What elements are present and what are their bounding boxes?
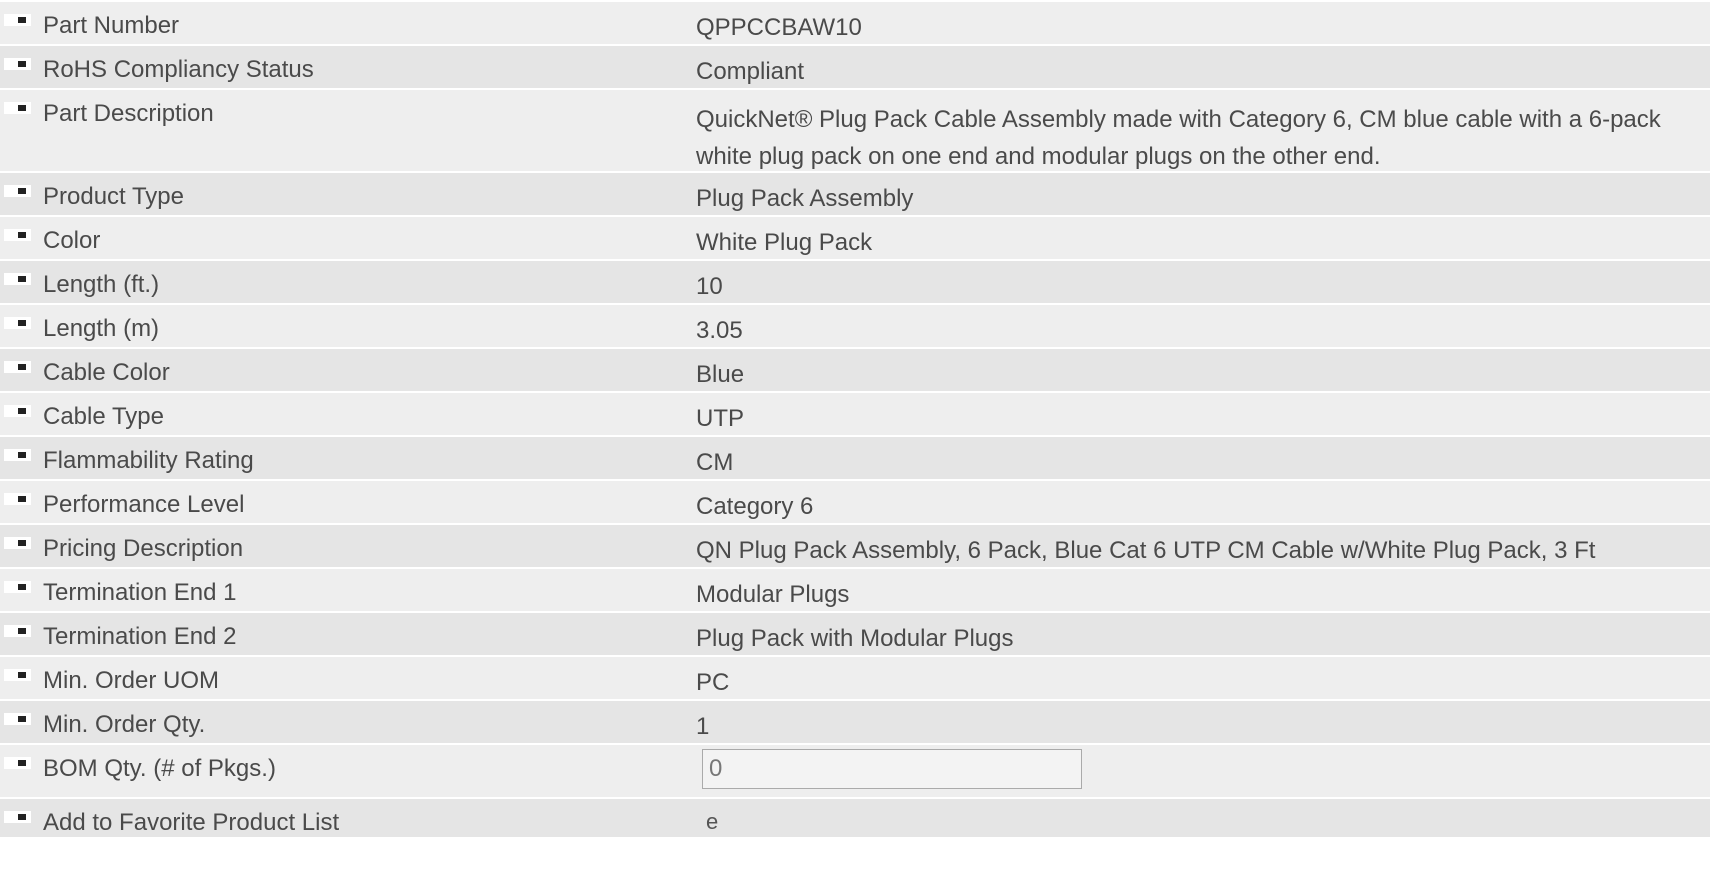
spec-label: Length (m) (43, 315, 160, 342)
square-bullet-icon (4, 537, 31, 549)
square-bullet-icon (4, 317, 31, 329)
spec-row-flammability: Flammability Rating CM (0, 437, 1710, 481)
spec-row-add-favorite: Add to Favorite Product List e (0, 799, 1710, 839)
spec-row-min-order-uom: Min. Order UOM PC (0, 657, 1710, 701)
square-bullet-icon (4, 361, 31, 373)
spec-row-bom-qty: BOM Qty. (# of Pkgs.) (0, 745, 1710, 799)
spec-label: Cable Color (43, 359, 170, 386)
spec-label: Cable Type (43, 403, 164, 430)
spec-value: Plug Pack with Modular Plugs (696, 625, 1014, 652)
spec-label: Flammability Rating (43, 447, 254, 474)
spec-value: PC (696, 669, 730, 696)
favorite-list-checkbox[interactable]: e (706, 811, 718, 833)
spec-value: 3.05 (696, 317, 743, 344)
spec-value: Blue (696, 361, 745, 388)
spec-label: Performance Level (43, 491, 245, 518)
square-bullet-icon (4, 449, 31, 461)
spec-row-termination-end-1: Termination End 1 Modular Plugs (0, 569, 1710, 613)
spec-row-termination-end-2: Termination End 2 Plug Pack with Modular… (0, 613, 1710, 657)
spec-row-pricing-description: Pricing Description QN Plug Pack Assembl… (0, 525, 1710, 569)
square-bullet-icon (4, 581, 31, 593)
spec-row-cable-color: Cable Color Blue (0, 349, 1710, 393)
spec-row-part-number: Part Number QPPCCBAW10 (0, 2, 1710, 46)
spec-value: QuickNet® Plug Pack Cable Assembly made … (696, 106, 1661, 170)
square-bullet-icon (4, 14, 31, 26)
spec-row-cable-type: Cable Type UTP (0, 393, 1710, 437)
spec-row-color: Color White Plug Pack (0, 217, 1710, 261)
square-bullet-icon (4, 713, 31, 725)
spec-value: Plug Pack Assembly (696, 185, 914, 212)
spec-label: Termination End 2 (43, 623, 237, 650)
square-bullet-icon (4, 273, 31, 285)
spec-row-min-order-qty: Min. Order Qty. 1 (0, 701, 1710, 745)
spec-label: Part Description (43, 100, 214, 127)
square-bullet-icon (4, 493, 31, 505)
spec-label: Product Type (43, 183, 184, 210)
spec-row-length-ft: Length (ft.) 10 (0, 261, 1710, 305)
square-bullet-icon (4, 185, 31, 197)
square-bullet-icon (4, 669, 31, 681)
spec-label: RoHS Compliancy Status (43, 56, 314, 83)
spec-label: Part Number (43, 12, 180, 39)
square-bullet-icon (4, 58, 31, 70)
spec-label: Pricing Description (43, 535, 244, 562)
spec-value: 10 (696, 273, 723, 300)
spec-label: Add to Favorite Product List (43, 809, 340, 836)
spec-label: Termination End 1 (43, 579, 237, 606)
square-bullet-icon (4, 625, 31, 637)
spec-row-rohs: RoHS Compliancy Status Compliant (0, 46, 1710, 90)
spec-value: CM (696, 449, 734, 476)
spec-value: Compliant (696, 58, 805, 85)
product-spec-table: Part Number QPPCCBAW10 RoHS Compliancy S… (0, 2, 1710, 839)
spec-row-length-m: Length (m) 3.05 (0, 305, 1710, 349)
bom-qty-input[interactable] (702, 749, 1082, 789)
square-bullet-icon (4, 229, 31, 241)
square-bullet-icon (4, 757, 31, 769)
spec-label: Length (ft.) (43, 271, 160, 298)
spec-value: Modular Plugs (696, 581, 850, 608)
spec-label: Min. Order UOM (43, 667, 220, 694)
spec-value: UTP (696, 405, 744, 432)
spec-row-part-description: Part Description QuickNet® Plug Pack Cab… (0, 90, 1710, 173)
spec-label: BOM Qty. (# of Pkgs.) (43, 755, 276, 782)
square-bullet-icon (4, 405, 31, 417)
spec-label: Color (43, 227, 101, 254)
spec-label: Min. Order Qty. (43, 711, 206, 738)
square-bullet-icon (4, 102, 31, 114)
spec-value: QPPCCBAW10 (696, 14, 862, 41)
spec-row-performance-level: Performance Level Category 6 (0, 481, 1710, 525)
spec-value: QN Plug Pack Assembly, 6 Pack, Blue Cat … (696, 537, 1596, 564)
spec-value: Category 6 (696, 493, 814, 520)
spec-row-product-type: Product Type Plug Pack Assembly (0, 173, 1710, 217)
spec-value: 1 (696, 713, 710, 740)
square-bullet-icon (4, 811, 31, 823)
spec-value: White Plug Pack (696, 229, 873, 256)
